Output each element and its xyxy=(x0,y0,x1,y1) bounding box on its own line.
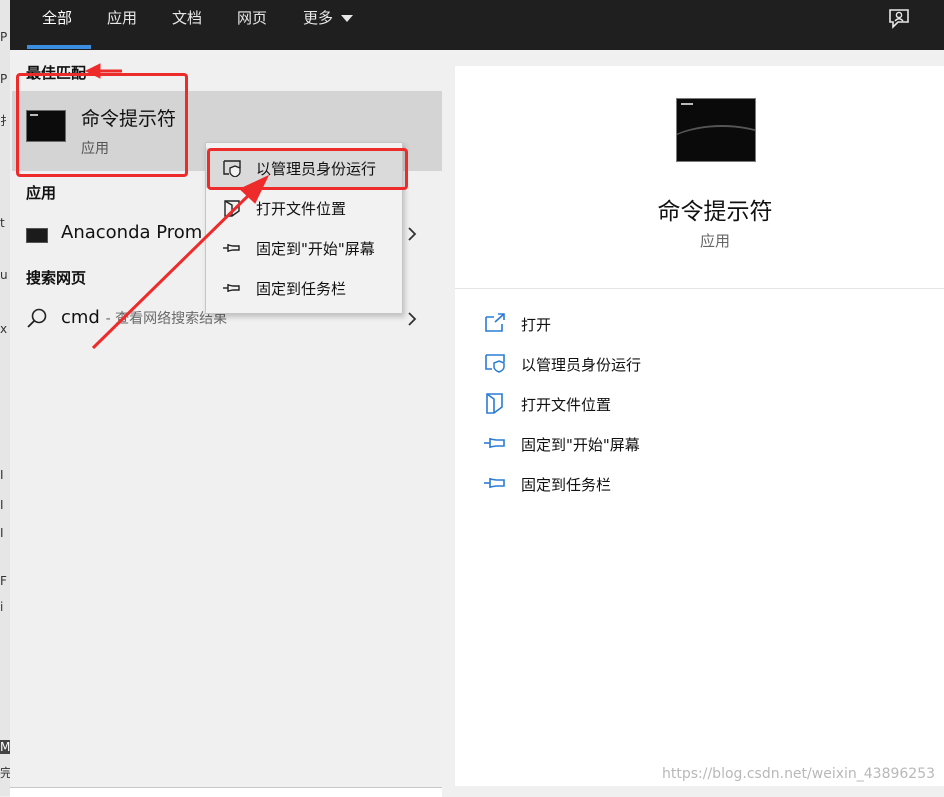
apps-heading: 应用 xyxy=(26,184,57,202)
chevron-down-icon xyxy=(341,15,354,22)
watermark: https://blog.csdn.net/weixin_43896253 xyxy=(662,766,936,782)
web-search-query: cmd xyxy=(61,307,100,328)
background-fragment: u xyxy=(0,268,8,282)
context-open-file-location[interactable]: 打开文件位置 xyxy=(206,188,402,228)
search-scope-tabbar: 全部 应用 文档 网页 更多 xyxy=(10,0,944,50)
action-label: 固定到"开始"屏幕 xyxy=(521,436,640,454)
shield-icon xyxy=(485,354,505,373)
action-label: 固定到任务栏 xyxy=(521,476,612,494)
tab-web[interactable]: 网页 xyxy=(237,7,267,29)
web-search-heading: 搜索网页 xyxy=(26,269,87,287)
chevron-right-icon[interactable] xyxy=(405,227,419,241)
background-fragment: P xyxy=(0,72,8,86)
action-label: 以管理员身份运行 xyxy=(521,356,642,374)
background-fragment: I xyxy=(0,468,4,482)
chevron-right-icon[interactable] xyxy=(405,312,419,326)
folder-open-icon xyxy=(224,200,240,217)
context-pin-to-taskbar[interactable]: 固定到任务栏 xyxy=(206,268,402,308)
background-page-strip: P P 扌 t u x I I I F i M 完 xyxy=(0,0,12,796)
pin-icon xyxy=(484,478,505,488)
preview-title: 命令提示符 xyxy=(657,199,773,225)
active-tab-indicator xyxy=(27,45,91,49)
tab-more-label: 更多 xyxy=(303,9,334,27)
pin-icon xyxy=(223,284,240,292)
background-fragment: x xyxy=(0,322,8,336)
context-item-label: 固定到任务栏 xyxy=(256,280,347,298)
folder-open-icon xyxy=(486,393,503,414)
preview-panel: 命令提示符 应用 打开 以管理员身份运行 打开文件位置 固定到"开始"屏幕 固定… xyxy=(455,66,944,786)
tab-all[interactable]: 全部 xyxy=(42,7,72,29)
background-fragment: t xyxy=(0,216,5,230)
pin-icon xyxy=(484,438,505,448)
tab-documents[interactable]: 文档 xyxy=(172,7,202,29)
tab-more[interactable]: 更多 xyxy=(303,7,354,29)
background-fragment: I xyxy=(0,526,4,540)
divider xyxy=(455,288,944,289)
context-item-label: 固定到"开始"屏幕 xyxy=(256,240,375,258)
web-search-text: cmd - 查看网络搜索结果 xyxy=(61,307,227,328)
context-item-label: 打开文件位置 xyxy=(256,200,347,218)
action-label: 打开文件位置 xyxy=(521,396,612,414)
command-prompt-large-icon xyxy=(676,98,756,162)
pin-icon xyxy=(223,244,240,252)
background-fragment: F xyxy=(0,574,7,588)
feedback-icon[interactable] xyxy=(886,6,912,32)
preview-subtitle: 应用 xyxy=(699,232,730,250)
terminal-icon xyxy=(26,228,48,243)
background-fragment: M xyxy=(0,740,11,754)
background-fragment: P xyxy=(0,30,8,44)
annotation-box-best-match xyxy=(16,73,188,177)
tab-apps[interactable]: 应用 xyxy=(107,7,137,29)
search-icon xyxy=(27,308,47,328)
context-pin-to-start[interactable]: 固定到"开始"屏幕 xyxy=(206,228,402,268)
annotation-box-run-as-admin xyxy=(207,148,408,190)
action-label: 打开 xyxy=(521,316,552,334)
background-fragment: I xyxy=(0,498,4,512)
background-fragment: i xyxy=(0,600,4,614)
app-name-anaconda: Anaconda Prom xyxy=(61,222,203,243)
open-icon xyxy=(485,313,505,332)
